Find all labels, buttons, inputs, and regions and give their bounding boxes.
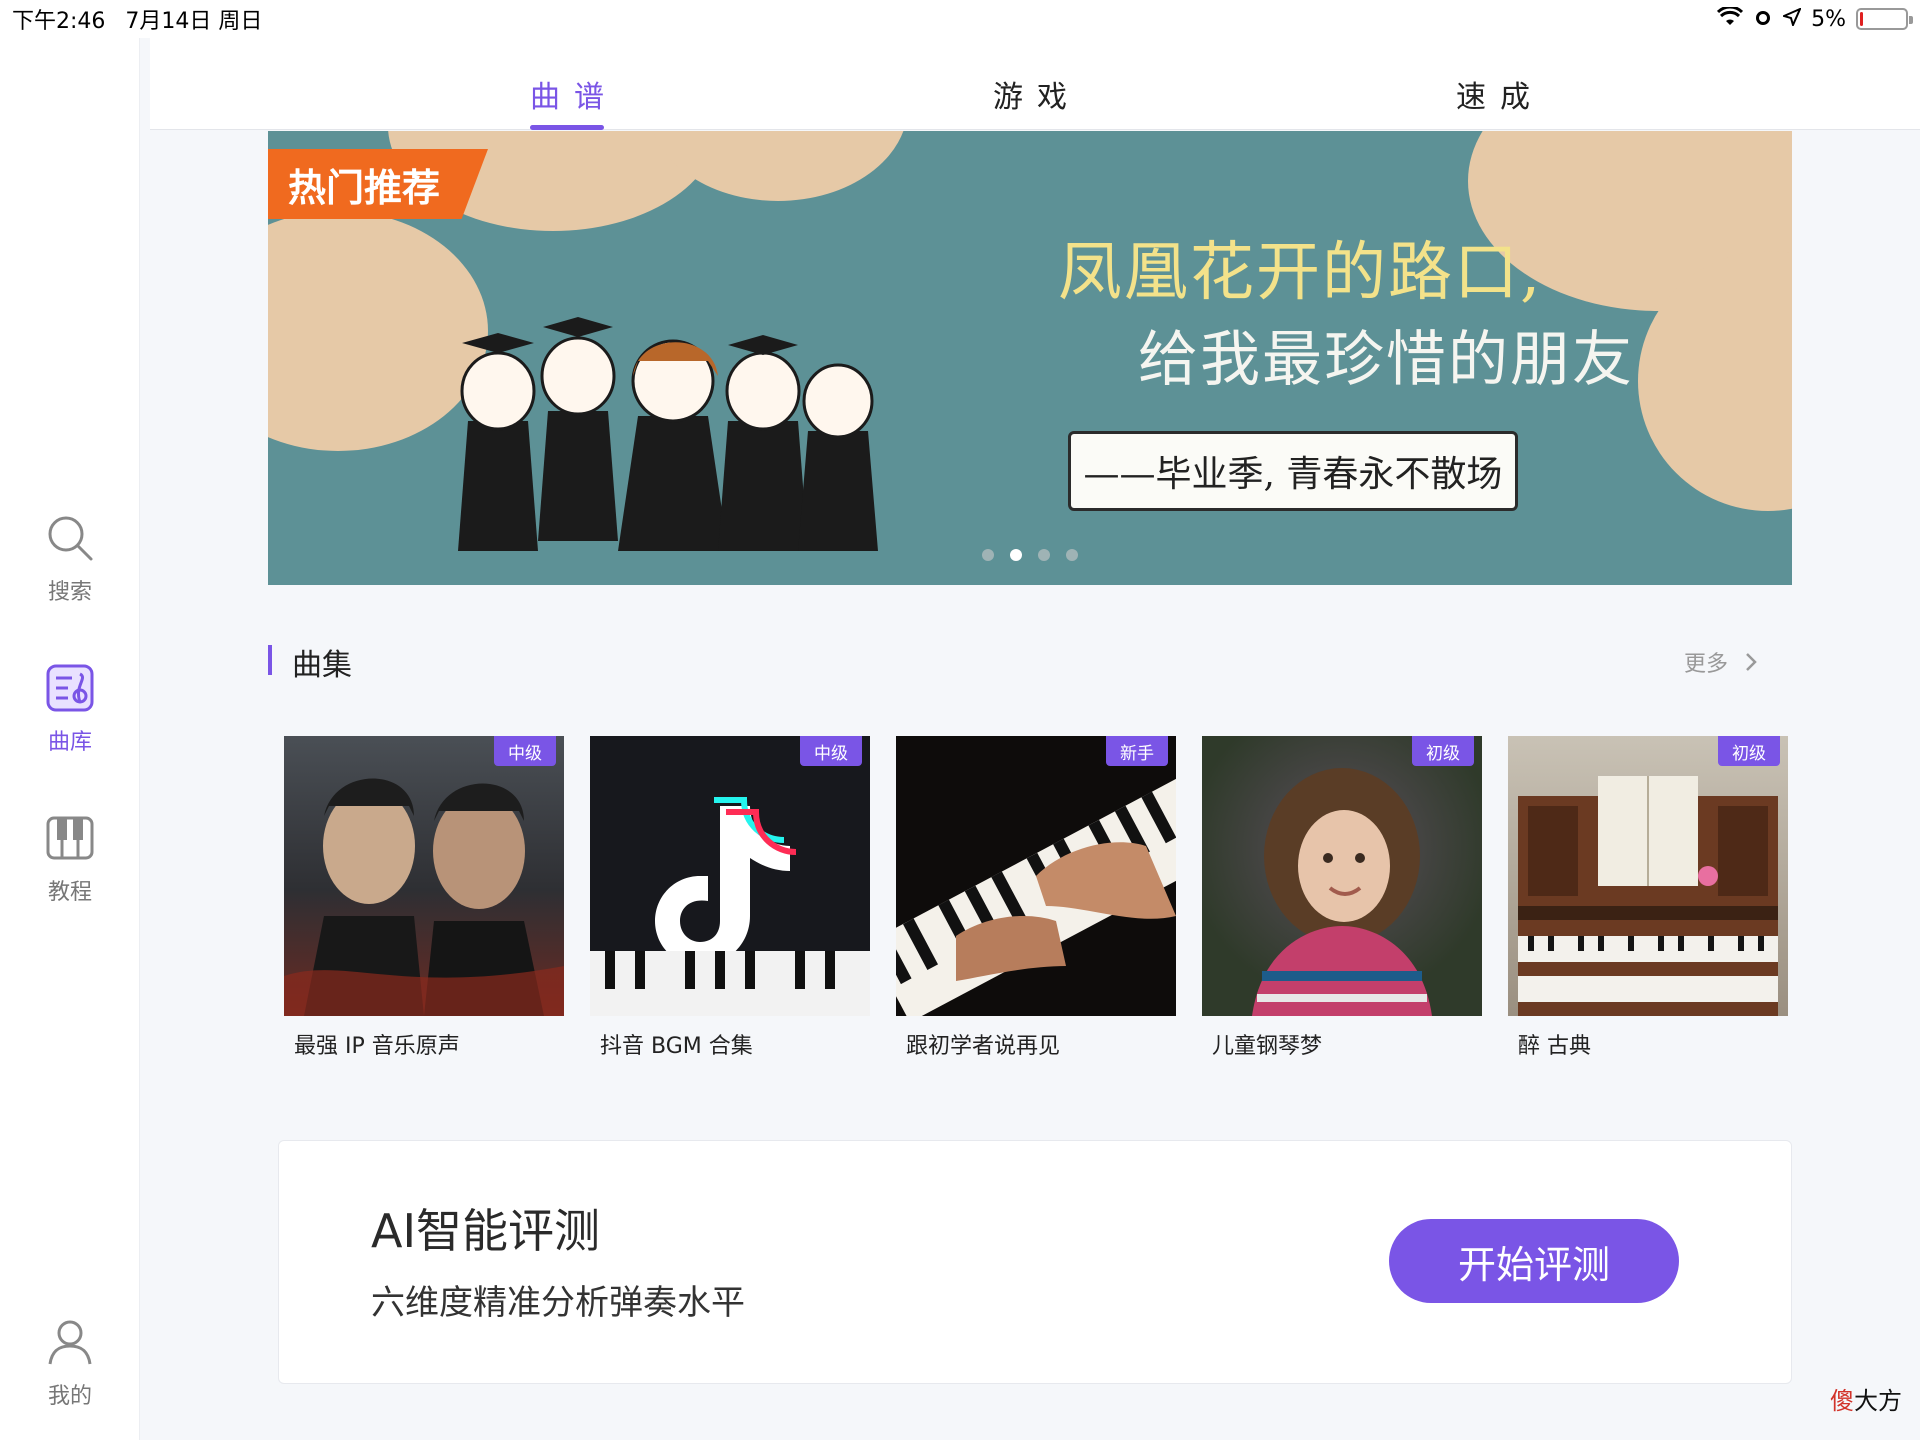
ai-evaluation-panel: AI智能评测 六维度精准分析弹奏水平 开始评测 [278, 1140, 1792, 1384]
collection-list: 中级 最强 IP 音乐原声 中级 抖音 BGM 合集 新手 跟初学者说再见 初级… [284, 736, 1788, 1059]
chevron-right-icon [1746, 653, 1757, 671]
collection-thumbnail: 初级 [1508, 736, 1788, 1016]
section-title: 曲集 [292, 648, 352, 683]
difficulty-badge: 中级 [800, 736, 862, 766]
sidebar-item-label: 搜索 [47, 580, 92, 605]
sidebar-item-label: 曲库 [47, 730, 92, 755]
collection-card[interactable]: 新手 跟初学者说再见 [896, 736, 1176, 1060]
ai-evaluation-title: AI智能评测 [371, 1204, 601, 1258]
more-link[interactable]: 更多 [1684, 646, 1758, 678]
collection-thumbnail: 中级 [284, 736, 564, 1016]
alarm-icon [1753, 7, 1773, 32]
location-icon [1781, 7, 1803, 31]
more-label: 更多 [1683, 652, 1728, 677]
collection-thumbnail: 初级 [1202, 736, 1482, 1016]
sidebar-item-search[interactable]: 搜索 [0, 512, 140, 606]
collection-thumbnail: 新手 [896, 736, 1176, 1016]
banner-title-line1: 凤凰花开的路口, [1058, 236, 1543, 310]
status-date: 7月14日 周日 [125, 9, 263, 34]
tab-sheet-music[interactable]: 曲谱 [530, 72, 618, 130]
battery-percent: 5% [1811, 6, 1846, 32]
collection-name: 跟初学者说再见 [906, 1034, 1061, 1059]
collection-name: 抖音 BGM 合集 [600, 1034, 753, 1059]
wifi-icon [1717, 5, 1744, 32]
collection-name: 最强 IP 音乐原声 [294, 1034, 460, 1059]
watermark: 傻大方 [1830, 1387, 1902, 1415]
carousel-dot[interactable] [1010, 549, 1022, 561]
sidebar-item-label: 教程 [47, 880, 92, 905]
tab-crash-course[interactable]: 速成 [1456, 72, 1544, 126]
graduates-illustration [458, 317, 878, 551]
difficulty-badge: 初级 [1718, 736, 1780, 766]
sidebar-item-profile[interactable]: 我的 [0, 1316, 140, 1410]
status-time: 下午2:46 [12, 9, 106, 34]
music-library-icon [46, 664, 94, 712]
banner-subtitle: ——毕业季, 青春永不散场 [1068, 431, 1518, 511]
banner-title-line2: 给我最珍惜的朋友 [1138, 325, 1634, 395]
collection-card[interactable]: 初级 醉 古典 [1508, 736, 1788, 1060]
collection-thumbnail: 中级 [590, 736, 870, 1016]
collection-card[interactable]: 中级 抖音 BGM 合集 [590, 736, 870, 1060]
carousel-dot[interactable] [1066, 549, 1078, 561]
tab-games[interactable]: 游戏 [993, 72, 1081, 126]
collection-name: 醉 古典 [1518, 1034, 1591, 1059]
difficulty-badge: 新手 [1106, 736, 1168, 766]
difficulty-badge: 中级 [494, 736, 556, 766]
search-icon [48, 516, 93, 561]
sidebar-item-tutorial[interactable]: 教程 [0, 812, 140, 906]
status-bar: 下午2:46 7月14日 周日 5% [0, 0, 1920, 38]
carousel-dot[interactable] [982, 549, 994, 561]
top-tab-bar: 曲谱 游戏 速成 [150, 38, 1920, 130]
difficulty-badge: 初级 [1412, 736, 1474, 766]
ai-evaluation-subtitle: 六维度精准分析弹奏水平 [371, 1283, 745, 1323]
carousel-dot[interactable] [1038, 549, 1050, 561]
collection-card[interactable]: 初级 儿童钢琴梦 [1202, 736, 1482, 1060]
section-accent-bar [268, 645, 272, 675]
sidebar-item-label: 我的 [47, 1384, 92, 1409]
hot-recommend-badge: 热门推荐 [268, 149, 488, 219]
promo-banner[interactable]: 热门推荐 凤凰花开的路口, 给我最珍惜的朋友 ——毕业季, 青春永不散场 [268, 131, 1792, 585]
sidebar: 搜索 曲库 教程 我的 [0, 0, 140, 1440]
user-icon [48, 1320, 92, 1365]
piano-icon [46, 816, 94, 860]
carousel-indicator [982, 549, 1078, 561]
sidebar-item-library[interactable]: 曲库 [0, 662, 140, 756]
battery-icon [1856, 8, 1913, 30]
collection-card[interactable]: 中级 最强 IP 音乐原声 [284, 736, 564, 1060]
collection-section-header: 曲集 更多 [268, 640, 1758, 683]
start-evaluation-button[interactable]: 开始评测 [1389, 1219, 1679, 1303]
collection-name: 儿童钢琴梦 [1212, 1034, 1323, 1059]
